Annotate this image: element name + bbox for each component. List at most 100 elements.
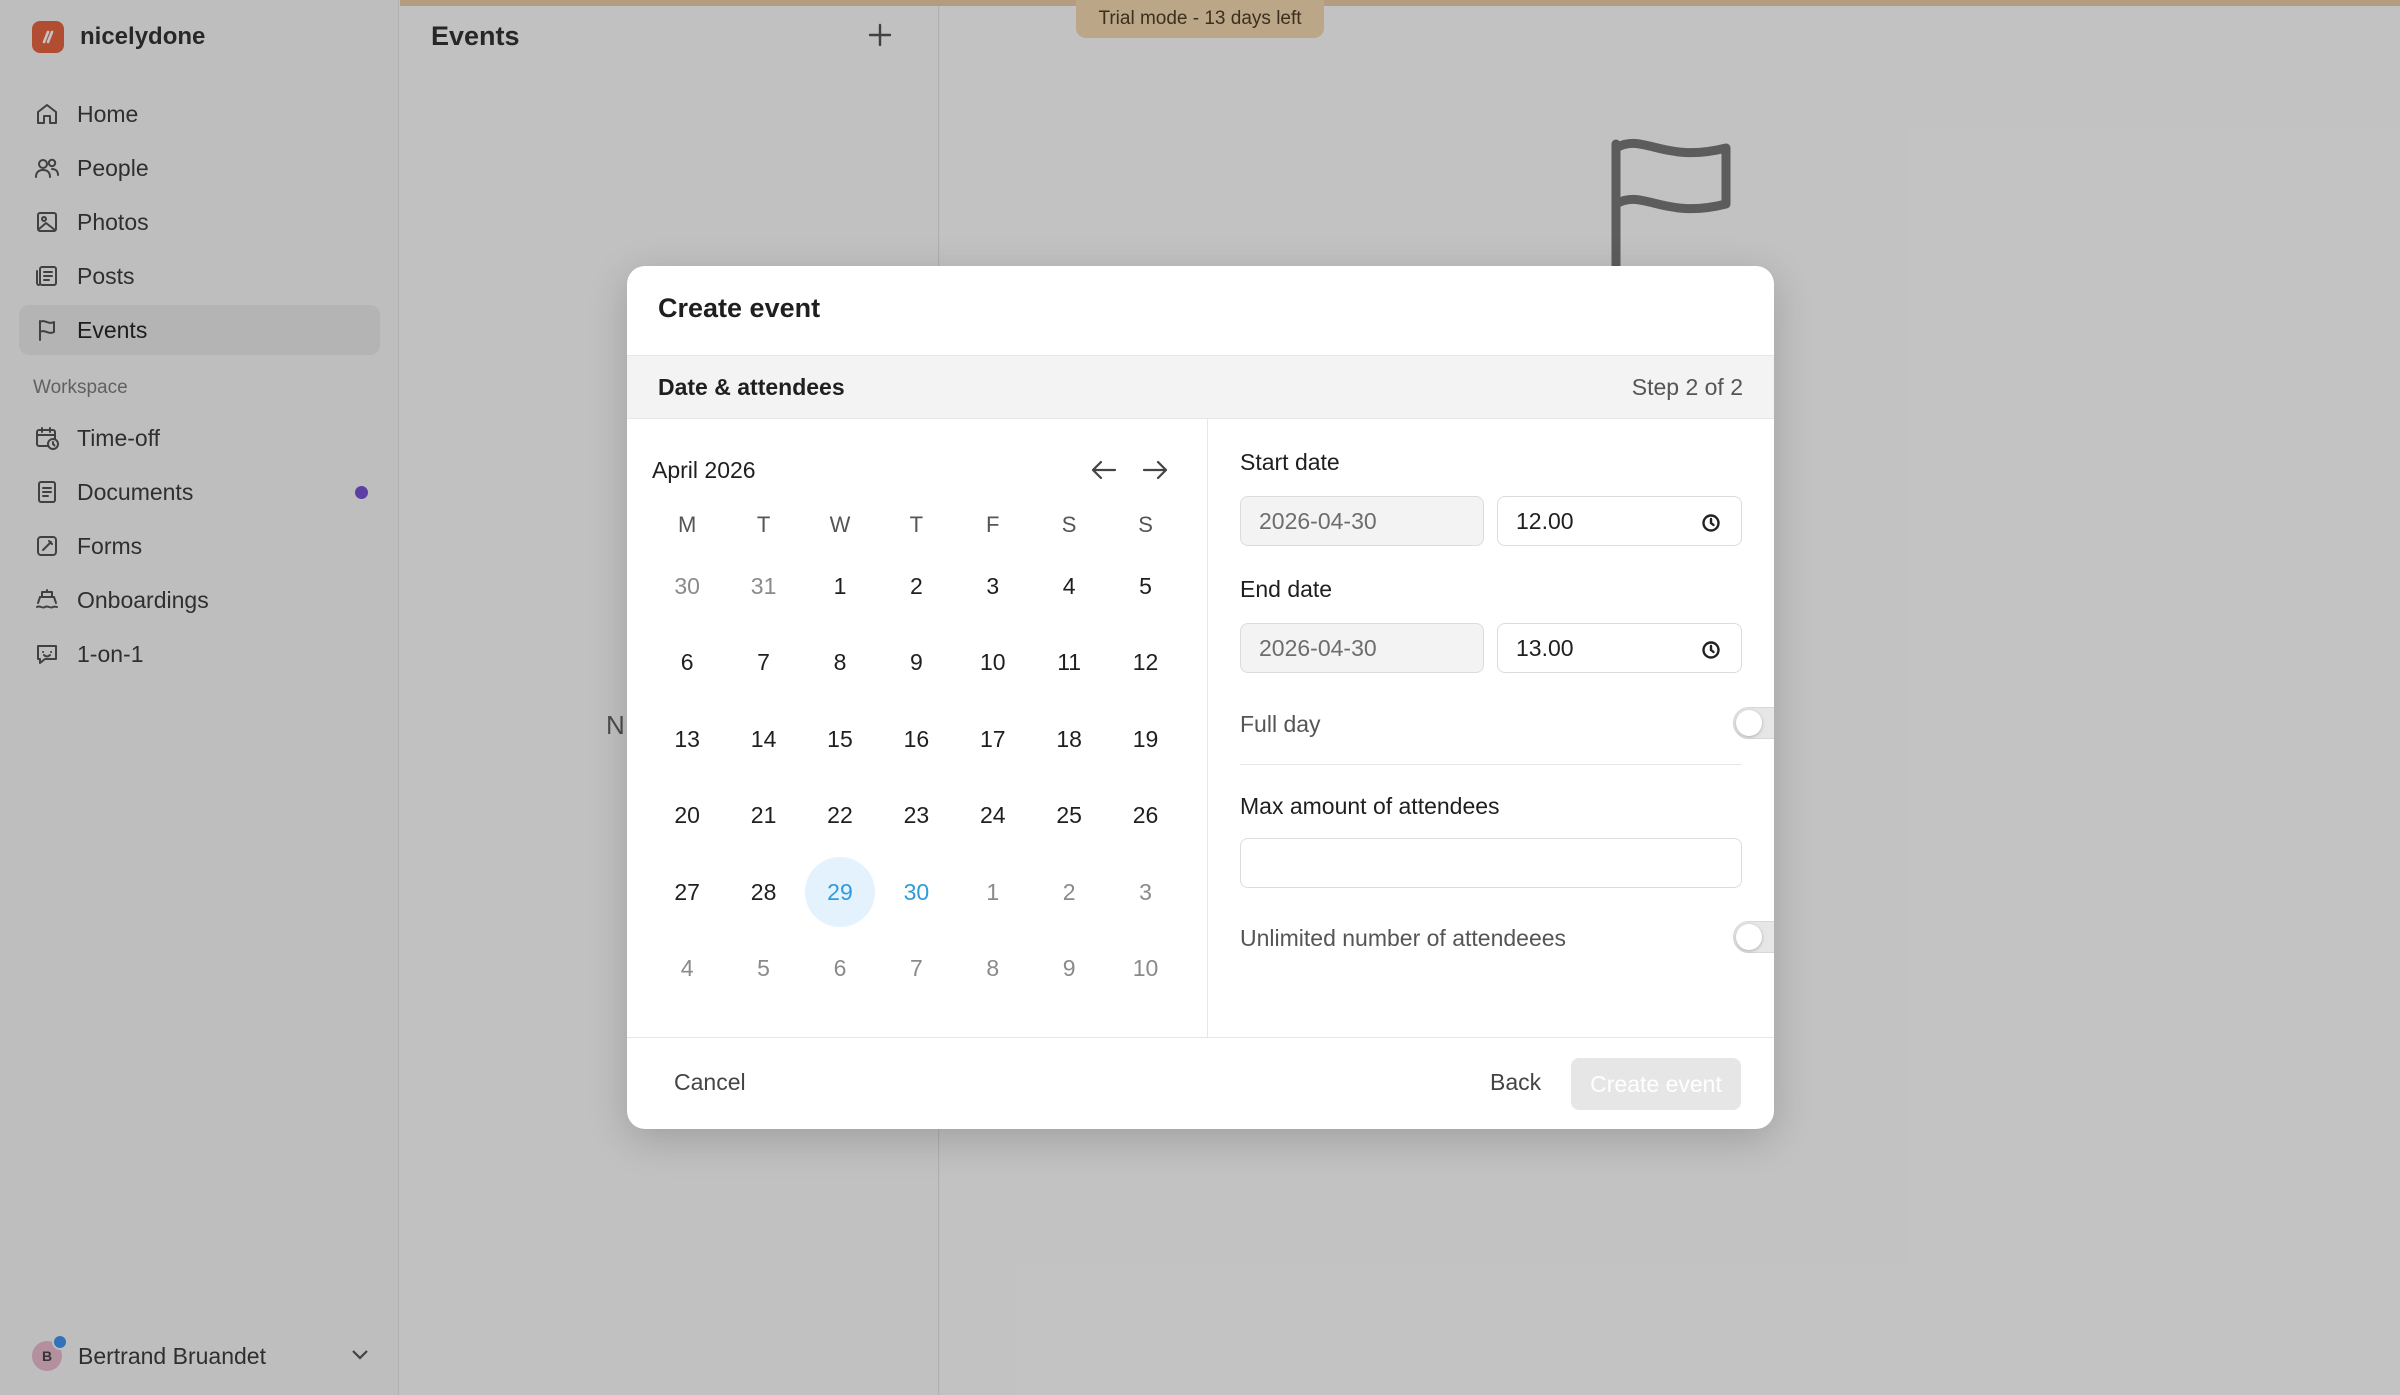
calendar-day-number: 23 [903, 802, 930, 829]
calendar-day[interactable]: 17 [955, 701, 1031, 778]
calendar-day-number: 27 [674, 878, 700, 905]
weekday-label: F [986, 512, 1000, 537]
previous-month-button[interactable] [1087, 453, 1121, 487]
calendar-day[interactable]: 5 [725, 931, 801, 1008]
unlimited-attendees-label: Unlimited number of attendeees [1240, 925, 1567, 951]
calendar-day[interactable]: 7 [878, 931, 954, 1008]
calendar-month-label: April 2026 [652, 457, 756, 483]
end-date-label: End date [1240, 576, 1333, 602]
calendar-week: 6 7 8 9 10 11 12 [649, 625, 1184, 702]
step-count: Step 2 of 2 [1631, 374, 1743, 400]
calendar-day[interactable]: 10 [955, 625, 1031, 702]
calendar-day[interactable]: 8 [802, 625, 878, 702]
calendar-day-number: 5 [757, 955, 770, 982]
calendar-day-number: 17 [979, 725, 1006, 752]
back-button[interactable]: Back [1490, 1069, 1541, 1096]
calendar-week: 13 14 15 16 17 18 19 [649, 701, 1184, 778]
calendar-day-number: 13 [674, 725, 700, 752]
next-month-button[interactable] [1138, 453, 1172, 487]
calendar-day[interactable]: 27 [649, 854, 725, 931]
modal-footer: Cancel Back Create event [627, 1037, 1774, 1129]
calendar-weeks: 30 31 1 2 3 4 5 6 7 8 9 10 11 12 13 14 15 16 17 18 19 20 21 22 2… [649, 548, 1184, 1007]
calendar-day[interactable]: 6 [649, 625, 725, 702]
step-title: Date & attendees [658, 374, 845, 400]
calendar-day[interactable]: 31 [725, 548, 801, 625]
calendar-day[interactable]: 26 [1107, 778, 1183, 855]
calendar-day-number: 7 [757, 649, 770, 676]
calendar-day[interactable]: 19 [1107, 701, 1183, 778]
calendar-day-number: 4 [680, 955, 694, 982]
weekday-label: T [756, 512, 771, 537]
calendar-day[interactable]: 3 [1107, 854, 1183, 931]
calendar-day[interactable]: 22 [802, 778, 878, 855]
calendar-day-number: 6 [680, 649, 694, 676]
calendar-day[interactable]: 30 [878, 854, 954, 931]
full-day-toggle[interactable] [1733, 707, 1774, 739]
calendar-day-number: 12 [1132, 649, 1159, 676]
calendar-day[interactable]: 4 [649, 931, 725, 1008]
calendar-day[interactable]: 30 [649, 548, 725, 625]
unlimited-attendees-toggle[interactable] [1733, 921, 1774, 953]
calendar-day[interactable]: 9 [1031, 931, 1107, 1008]
calendar-day[interactable]: 16 [878, 701, 954, 778]
weekday-label: T [909, 512, 924, 537]
end-time-field[interactable]: 13.00 [1497, 623, 1742, 673]
calendar-day[interactable]: 9 [878, 625, 954, 702]
calendar-day[interactable]: 2 [878, 548, 954, 625]
calendar-day-number: 5 [1139, 572, 1152, 599]
calendar-day[interactable]: 5 [1107, 548, 1183, 625]
calendar-day[interactable]: 21 [725, 778, 801, 855]
calendar-day-number: 18 [1056, 725, 1082, 752]
weekday-label: W [829, 512, 851, 537]
calendar-day-number: 10 [979, 649, 1006, 676]
calendar-day[interactable]: 1 [802, 548, 878, 625]
clock-icon [1701, 639, 1721, 659]
start-time-field[interactable]: 12.00 [1497, 496, 1742, 546]
cancel-button[interactable]: Cancel [674, 1069, 746, 1096]
arrow-left-icon [1091, 460, 1117, 480]
calendar-day[interactable]: 11 [1031, 625, 1107, 702]
calendar-day-number: 16 [903, 725, 930, 752]
weekday-label: S [1061, 512, 1077, 537]
calendar-day[interactable]: 1 [955, 854, 1031, 931]
calendar-day[interactable]: 12 [1107, 625, 1183, 702]
calendar-week: 27 28 29 30 1 2 3 [649, 854, 1184, 931]
calendar-day[interactable]: 14 [725, 701, 801, 778]
calendar-day[interactable]: 3 [955, 548, 1031, 625]
calendar-day-number: 21 [750, 802, 777, 829]
calendar-day-number: 6 [833, 955, 847, 982]
calendar-day[interactable]: 28 [725, 854, 801, 931]
clock-icon [1701, 512, 1721, 532]
calendar-day[interactable]: 4 [1031, 548, 1107, 625]
create-event-button[interactable]: Create event [1571, 1058, 1741, 1110]
calendar-day[interactable]: 7 [725, 625, 801, 702]
calendar-day[interactable]: 25 [1031, 778, 1107, 855]
create-event-modal: Create event Date & attendees Step 2 of … [627, 266, 1774, 1129]
calendar-day[interactable]: 6 [802, 931, 878, 1008]
calendar-day-number: 20 [674, 802, 700, 829]
start-date-field[interactable]: 2026-04-30 [1240, 496, 1484, 546]
calendar-day-number: 7 [909, 955, 923, 982]
calendar-day-number: 9 [1062, 955, 1076, 982]
form-divider [1240, 764, 1742, 765]
calendar-day[interactable]: 10 [1107, 931, 1183, 1008]
weekday-label: M [678, 512, 697, 537]
calendar-day[interactable]: 15 [802, 701, 878, 778]
calendar-day[interactable]: 13 [649, 701, 725, 778]
end-date-field[interactable]: 2026-04-30 [1240, 623, 1484, 673]
calendar-week: 30 31 1 2 3 4 5 [649, 548, 1184, 625]
calendar-day[interactable]: 24 [955, 778, 1031, 855]
calendar-day[interactable]: 2 [1031, 854, 1107, 931]
max-attendees-input[interactable] [1240, 838, 1742, 888]
calendar-day-number: 2 [909, 572, 923, 599]
weekday-header: MTWTFSS [649, 502, 1184, 548]
calendar-day[interactable]: 20 [649, 778, 725, 855]
calendar-day-selected[interactable]: 29 [802, 854, 878, 931]
event-form: Start date 2026-04-30 12.00 End date 202… [1208, 419, 1774, 1037]
arrow-right-icon [1142, 460, 1168, 480]
calendar-day-number: 24 [979, 802, 1006, 829]
calendar-day[interactable]: 23 [878, 778, 954, 855]
calendar-day[interactable]: 18 [1031, 701, 1107, 778]
modal-body: April 2026 MTWTFSS 30 31 1 2 3 4 5 6 7 8 9 10 11 12 13… [627, 419, 1774, 1037]
calendar-day[interactable]: 8 [955, 931, 1031, 1008]
